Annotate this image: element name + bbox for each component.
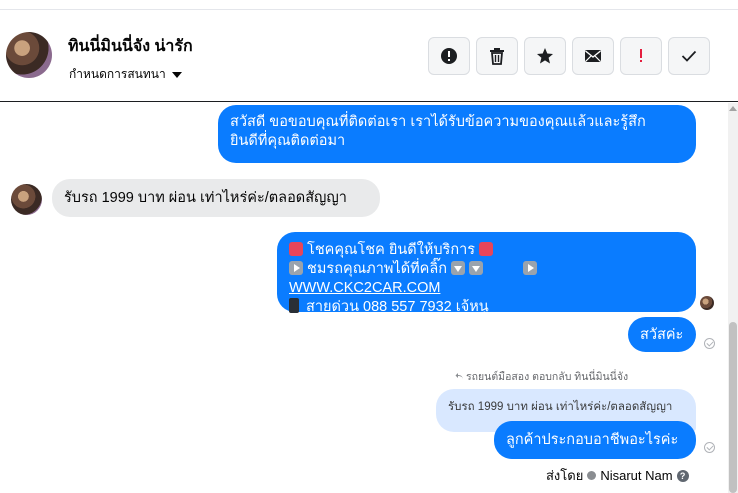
contact-name[interactable]: ทินนี่มินนี่จัง น่ารัก bbox=[68, 34, 193, 59]
star-icon bbox=[537, 48, 553, 64]
message-text: ยินดีที่คุณติดต่อมา bbox=[230, 133, 346, 149]
message-text: โชคคุณโชค ยินดีให้บริการ bbox=[307, 242, 476, 258]
play-button-icon bbox=[289, 261, 303, 275]
action-toolbar bbox=[428, 37, 710, 75]
message-bubble-outgoing[interactable]: ลูกค้าประกอบอาชีพอะไรค่ะ bbox=[494, 421, 696, 459]
message-bubble-outgoing[interactable]: สวัสค่ะ bbox=[628, 317, 696, 352]
message-text: ชมรถคุณภาพได้ที่คลิ๊ก bbox=[307, 261, 448, 277]
message-line: ชมรถคุณภาพได้ที่คลิ๊ก WWW.CKC2CAR.COM bbox=[289, 260, 684, 298]
message-text: สวัสค่ะ bbox=[640, 327, 684, 343]
conversation-settings-label: กำหนดการสนทนา bbox=[69, 67, 166, 81]
message-text: รับรถ 1999 บาท ผ่อน เท่าไหร่ค่ะ/ตลอดสัญญ… bbox=[64, 190, 347, 206]
message-bubble-outgoing[interactable]: โชคคุณโชค ยินดีให้บริการ ชมรถคุณภาพได้ที… bbox=[277, 232, 696, 315]
star-button[interactable] bbox=[524, 37, 566, 75]
contact-avatar-small[interactable] bbox=[11, 184, 42, 215]
follow-up-button[interactable] bbox=[620, 37, 662, 75]
seen-avatar bbox=[700, 296, 714, 310]
play-button-icon bbox=[523, 261, 538, 275]
help-icon[interactable]: ? bbox=[676, 469, 689, 482]
trash-icon bbox=[490, 48, 504, 65]
message-line: สายด่วน 088 557 7932 เจ้หนู bbox=[289, 298, 684, 317]
report-spam-button[interactable] bbox=[428, 37, 470, 75]
report-icon bbox=[441, 48, 457, 64]
check-icon bbox=[681, 50, 697, 62]
message-bubble-outgoing[interactable]: สวัสดี ขอขอบคุณที่ติดต่อเรา เราได้รับข้อ… bbox=[218, 105, 696, 163]
caret-down-icon bbox=[171, 71, 182, 78]
scrollbar-thumb[interactable] bbox=[729, 322, 737, 493]
reply-context: รถยนต์มือสอง ตอบกลับ ทินนี่มินนี่จัง bbox=[455, 368, 628, 385]
reply-context-text: รถยนต์มือสอง ตอบกลับ ทินนี่มินนี่จัง bbox=[466, 371, 629, 383]
message-bubble-incoming[interactable]: รับรถ 1999 บาท ผ่อน เท่าไหร่ค่ะ/ตลอดสัญญ… bbox=[52, 179, 380, 217]
mail-icon bbox=[585, 50, 601, 62]
sent-by-info: ส่งโดย Nisarut Nam ? bbox=[546, 465, 689, 486]
scroll-up-arrow-icon[interactable] bbox=[729, 106, 737, 111]
delete-button[interactable] bbox=[476, 37, 518, 75]
verified-icon bbox=[587, 471, 597, 480]
mark-done-button[interactable] bbox=[668, 37, 710, 75]
mark-unread-button[interactable] bbox=[572, 37, 614, 75]
mobile-phone-icon bbox=[289, 298, 299, 313]
contact-avatar[interactable] bbox=[6, 32, 52, 78]
message-line: โชคคุณโชค ยินดีให้บริการ bbox=[289, 241, 684, 260]
sender-name[interactable]: Nisarut Nam bbox=[600, 468, 672, 483]
message-text: ลูกค้าประกอบอาชีพอะไรค่ะ bbox=[506, 432, 679, 448]
sent-check-icon bbox=[704, 442, 715, 453]
down-arrow-icon bbox=[469, 261, 484, 275]
quoted-text: รับรถ 1999 บาท ผ่อน เท่าไหร่ค่ะ/ตลอดสัญญ… bbox=[448, 401, 673, 413]
sent-check-icon bbox=[704, 338, 715, 349]
message-text: สายด่วน 088 557 7932 เจ้หนู bbox=[306, 299, 489, 315]
conversation-header: ทินนี่มินนี่จัง น่ารัก กำหนดการสนทนา bbox=[0, 10, 738, 102]
conversation-settings-dropdown[interactable]: กำหนดการสนทนา bbox=[69, 65, 182, 84]
website-link[interactable]: WWW.CKC2CAR.COM bbox=[289, 280, 440, 296]
anger-symbol-icon bbox=[289, 242, 303, 256]
sent-by-label: ส่งโดย bbox=[546, 468, 584, 483]
anger-symbol-icon bbox=[479, 242, 494, 256]
down-arrow-icon bbox=[451, 261, 466, 275]
reply-arrow-icon bbox=[455, 372, 463, 380]
alert-icon bbox=[640, 49, 642, 62]
message-text: สวัสดี ขอขอบคุณที่ติดต่อเรา เราได้รับข้อ… bbox=[230, 114, 646, 130]
